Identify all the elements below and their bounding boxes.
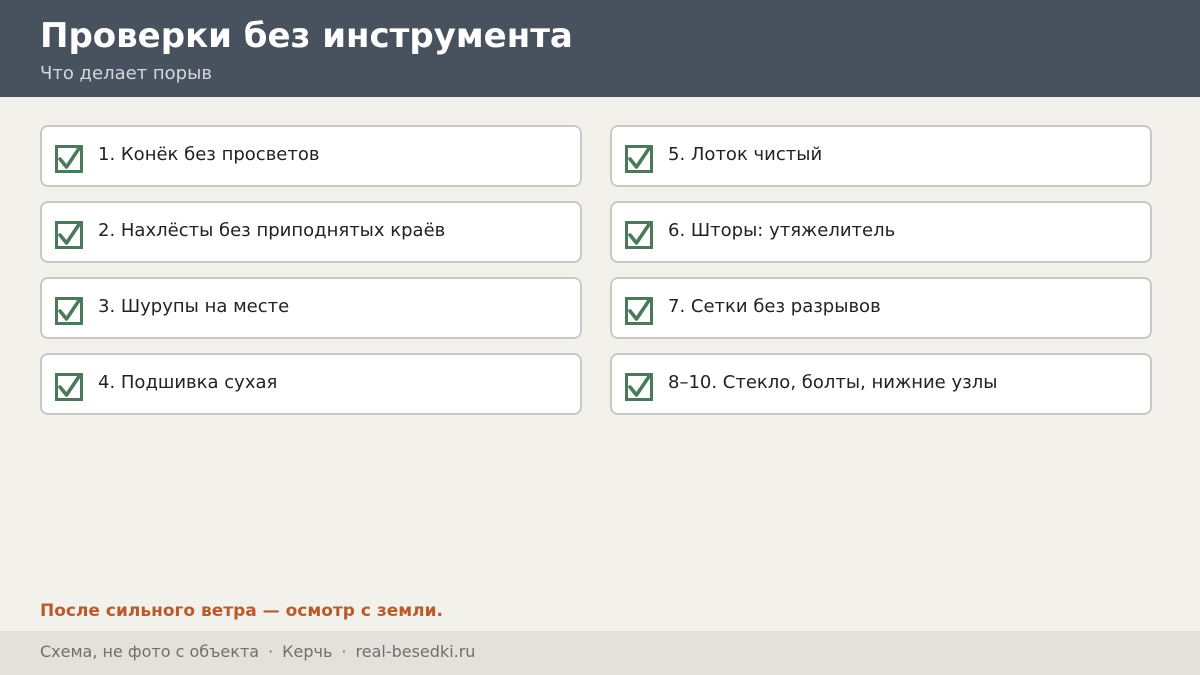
checklist-item: 1. Конёк без просветов — [40, 125, 582, 187]
checklist-item: 4. Подшивка сухая — [40, 353, 582, 415]
wind-note: После сильного ветра — осмотр с земли. — [40, 601, 443, 621]
footer-caption: Схема, не фото с объекта · Керчь · real-bese… — [40, 641, 475, 663]
page-title: Проверки без инструмента — [40, 16, 573, 56]
checklist-item-label: 7. Сетки без разрывов — [668, 296, 881, 317]
checklist-item: 2. Нахлёсты без приподнятых краёв — [40, 201, 582, 263]
checkbox-checked-icon[interactable] — [625, 145, 653, 173]
footer-separator: · — [341, 642, 347, 661]
footer-bar: Схема, не фото с объекта · Керчь · real-bese… — [0, 631, 1200, 675]
checklist-item-label: 1. Конёк без просветов — [98, 144, 320, 165]
checkbox-checked-icon[interactable] — [625, 221, 653, 249]
checklist-item: 6. Шторы: утяжелитель — [610, 201, 1152, 263]
page-subtitle: Что делает порыв — [40, 63, 212, 84]
checklist-item-label: 5. Лоток чистый — [668, 144, 823, 165]
checklist-item: 8–10. Стекло, болты, нижние узлы — [610, 353, 1152, 415]
checklist-item: 7. Сетки без разрывов — [610, 277, 1152, 339]
checklist-item: 5. Лоток чистый — [610, 125, 1152, 187]
footer-disclaimer: Схема, не фото с объекта — [40, 642, 260, 661]
header-bar: Проверки без инструмента Что делает поры… — [0, 0, 1200, 97]
checklist-item-label: 4. Подшивка сухая — [98, 372, 278, 393]
footer-city: Керчь — [282, 642, 333, 661]
checklist-item-label: 3. Шурупы на месте — [98, 296, 290, 317]
checkbox-checked-icon[interactable] — [55, 145, 83, 173]
checklist-item: 3. Шурупы на месте — [40, 277, 582, 339]
checkbox-checked-icon[interactable] — [55, 297, 83, 325]
checklist-item-label: 6. Шторы: утяжелитель — [668, 220, 896, 241]
checklist-item-label: 8–10. Стекло, болты, нижние узлы — [668, 372, 998, 393]
checkbox-checked-icon[interactable] — [55, 373, 83, 401]
checklist-item-label: 2. Нахлёсты без приподнятых краёв — [98, 220, 446, 241]
footer-site-link[interactable]: real-besedki.ru — [356, 642, 476, 661]
checkbox-checked-icon[interactable] — [625, 373, 653, 401]
footer-separator: · — [268, 642, 274, 661]
checkbox-checked-icon[interactable] — [55, 221, 83, 249]
checkbox-checked-icon[interactable] — [625, 297, 653, 325]
